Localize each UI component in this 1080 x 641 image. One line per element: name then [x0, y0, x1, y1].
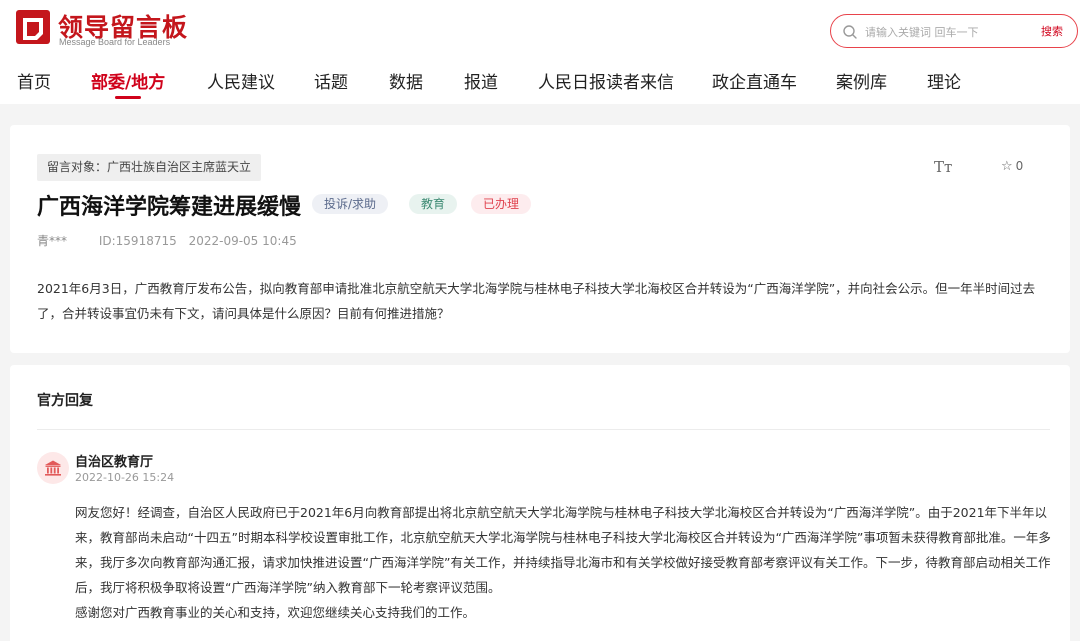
status-badge: 已办理: [471, 194, 532, 214]
search-input[interactable]: [865, 22, 1025, 42]
favorite-button[interactable]: ☆ 0: [1001, 159, 1023, 174]
reply-organization: 自治区教育厅: [75, 455, 154, 470]
search-button[interactable]: 搜索: [1041, 23, 1063, 39]
nav-active-indicator: [115, 96, 141, 99]
font-size-toggle[interactable]: Tт: [934, 158, 952, 176]
nav-item-theory[interactable]: 理论: [927, 68, 961, 93]
message-card: 留言对象：广西壮族自治区主席蓝天立 Tт ☆ 0 广西海洋学院筹建进展缓慢 投诉/…: [10, 125, 1070, 353]
nav-item-reports[interactable]: 报道: [464, 68, 498, 93]
reply-heading: 官方回复: [37, 393, 93, 409]
site-header: 领导留言板 Message Board for Leaders 搜索 首页 部委…: [0, 0, 1080, 104]
type-badge: 投诉/求助: [312, 194, 389, 214]
search-box: 搜索: [830, 14, 1078, 48]
avatar: [37, 452, 69, 484]
reply-paragraph: 感谢您对广西教育事业的关心和支持，欢迎您继续关心支持我们的工作。: [75, 605, 476, 620]
reply-datetime: 2022-10-26 15:24: [75, 471, 175, 484]
logo-subtitle: Message Board for Leaders: [59, 37, 171, 47]
search-icon: [843, 25, 857, 39]
favorite-count: 0: [1015, 159, 1024, 173]
message-target: 留言对象：广西壮族自治区主席蓝天立: [37, 154, 262, 181]
site-logo[interactable]: 领导留言板 Message Board for Leaders: [16, 6, 216, 50]
nav-item-data[interactable]: 数据: [389, 68, 423, 93]
main-nav: 首页 部委/地方 人民建议 话题 数据 报道 人民日报读者来信 政企直通车 案例…: [0, 64, 1080, 104]
nav-item-cases[interactable]: 案例库: [836, 68, 887, 93]
reply-body: 网友您好！经调查，自治区人民政府已于2021年6月向教育部提出将北京航空航天大学…: [75, 500, 1051, 625]
message-author: 青***: [37, 234, 68, 248]
logo-mark-icon: [16, 10, 50, 44]
reply-paragraph: 网友您好！经调查，自治区人民政府已于2021年6月向教育部提出将北京航空航天大学…: [75, 505, 1051, 595]
nav-item-suggestions[interactable]: 人民建议: [207, 68, 275, 93]
reply-card: 官方回复 自治区教育厅 2022-10-26 15:24 网友您好！经调查，自治…: [10, 365, 1070, 641]
message-datetime: 2022-09-05 10:45: [188, 234, 297, 248]
nav-item-home[interactable]: 首页: [17, 68, 51, 93]
category-badge: 教育: [409, 194, 458, 214]
reply-divider: [37, 429, 1050, 430]
government-building-icon: [45, 460, 61, 476]
message-content: 2021年6月3日，广西教育厅发布公告，拟向教育部申请批准北京航空航天大学北海学…: [37, 281, 1036, 321]
message-title: 广西海洋学院筹建进展缓慢: [37, 195, 302, 220]
nav-item-topics[interactable]: 话题: [314, 68, 348, 93]
nav-item-ministries[interactable]: 部委/地方: [91, 68, 165, 93]
message-id: ID:15918715: [98, 234, 177, 248]
star-icon: ☆: [1001, 159, 1013, 174]
nav-item-enterprise[interactable]: 政企直通车: [712, 68, 797, 93]
nav-item-reader-letters[interactable]: 人民日报读者来信: [538, 68, 674, 93]
message-meta: 青*** ID:15918715 2022-09-05 10:45: [37, 232, 305, 249]
